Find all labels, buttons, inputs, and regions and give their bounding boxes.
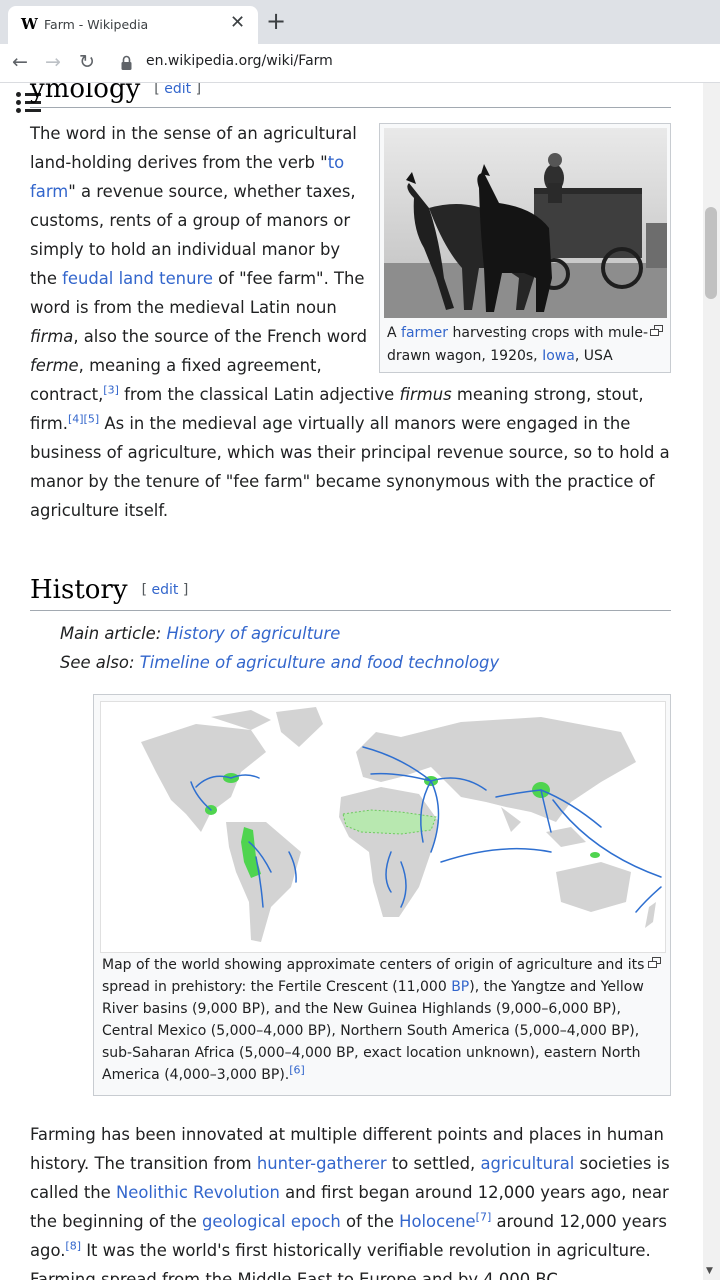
forward-button[interactable]: → — [45, 50, 61, 74]
scroll-down-icon[interactable]: ▼ — [706, 1266, 713, 1276]
edit-section-link: [ edit ] — [141, 582, 189, 598]
edit-link[interactable]: edit — [151, 582, 178, 598]
link-bp[interactable]: BP — [451, 979, 469, 995]
wikipedia-favicon-icon: W — [21, 15, 38, 33]
tab-strip: W Farm - Wikipedia ✕ + — [0, 0, 720, 44]
history-paragraph: Farming has been innovated at multiple d… — [30, 1125, 670, 1280]
scrollbar[interactable]: ▼ — [703, 83, 720, 1280]
enlarge-icon[interactable] — [650, 325, 663, 336]
farmer-photo[interactable] — [384, 128, 667, 318]
link-farmer[interactable]: farmer — [401, 325, 448, 341]
link-timeline-agriculture[interactable]: Timeline of agriculture and food technol… — [140, 653, 499, 672]
tab-title: Farm - Wikipedia — [44, 17, 149, 32]
link-history-of-agriculture[interactable]: History of agriculture — [166, 624, 340, 643]
citation-5[interactable]: [5] — [84, 413, 100, 426]
address-bar[interactable]: en.wikipedia.org/wiki/Farm — [146, 53, 333, 69]
hatnote: Main article: History of agriculture See… — [60, 624, 500, 672]
scrollbar-thumb[interactable] — [705, 207, 717, 299]
citation-3[interactable]: [3] — [103, 384, 119, 397]
edit-link[interactable]: edit — [164, 83, 191, 97]
back-button[interactable]: ← — [12, 50, 28, 74]
link-neolithic-revolution[interactable]: Neolithic Revolution — [116, 1183, 280, 1202]
farmer-figure: A farmer harvesting crops with mule-draw… — [379, 123, 671, 373]
browser-toolbar: ← → ↻ en.wikipedia.org/wiki/Farm — [0, 44, 720, 83]
citation-4[interactable]: [4] — [68, 413, 84, 426]
link-iowa[interactable]: Iowa — [542, 348, 575, 364]
etymology-paragraph: A farmer harvesting crops with mule-draw… — [30, 123, 671, 520]
browser-tab[interactable]: W Farm - Wikipedia ✕ — [8, 6, 258, 44]
close-tab-icon[interactable]: ✕ — [230, 12, 245, 33]
citation-7[interactable]: [7] — [476, 1211, 492, 1224]
map-figure: Map of the world showing approximate cen… — [93, 694, 671, 1096]
link-holocene[interactable]: Holocene — [399, 1212, 476, 1231]
link-geological-epoch[interactable]: geological epoch — [202, 1212, 341, 1231]
heading-divider — [30, 610, 671, 611]
heading-text: History — [30, 575, 128, 605]
lock-icon[interactable] — [121, 55, 132, 71]
link-hunter-gatherer[interactable]: hunter-gatherer — [257, 1154, 387, 1173]
map-caption: Map of the world showing approximate cen… — [102, 957, 645, 1083]
new-tab-button[interactable]: + — [266, 9, 286, 33]
section-heading-etymology: ymology [ edit ] — [30, 83, 201, 104]
article-content: ymology [ edit ] A farmer harvesting crop… — [0, 83, 720, 1280]
edit-section-link: [ edit ] — [154, 83, 202, 97]
heading-text: ymology — [30, 83, 141, 104]
enlarge-icon[interactable] — [648, 957, 661, 968]
heading-divider — [30, 107, 671, 108]
farmer-caption: A farmer harvesting crops with mule-draw… — [387, 325, 649, 364]
world-map[interactable] — [100, 701, 666, 953]
citation-8[interactable]: [8] — [65, 1240, 81, 1253]
link-feudal-land-tenure[interactable]: feudal land tenure — [62, 269, 213, 288]
citation-6[interactable]: [6] — [289, 1063, 305, 1076]
section-heading-history: History [ edit ] — [30, 575, 188, 605]
reload-button[interactable]: ↻ — [79, 50, 95, 74]
link-agricultural[interactable]: agricultural — [480, 1154, 574, 1173]
